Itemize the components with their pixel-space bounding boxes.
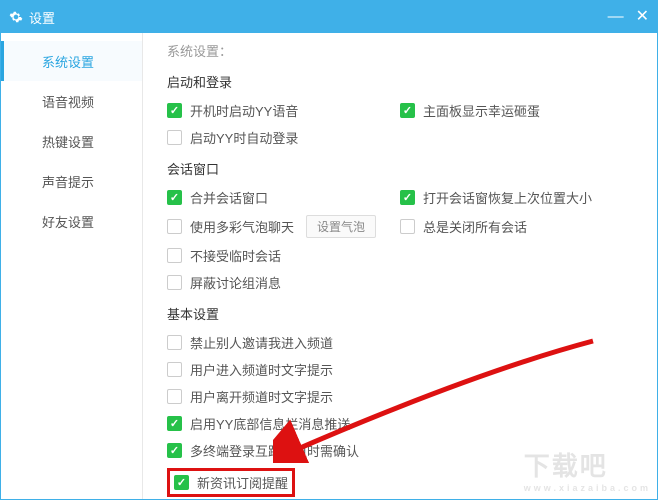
option-label: 使用多彩气泡聊天 bbox=[190, 217, 294, 236]
window-controls: — ✕ bbox=[608, 9, 649, 25]
option-label: 开机时启动YY语音 bbox=[190, 101, 298, 120]
checkbox[interactable] bbox=[167, 248, 182, 263]
option-label: 总是关闭所有会话 bbox=[423, 217, 527, 236]
gear-icon bbox=[9, 10, 23, 24]
checkbox[interactable] bbox=[167, 219, 182, 234]
content-pane: 系统设置： 启动和登录 开机时启动YY语音 主面板显示幸运砸蛋 启动YY时自动登… bbox=[143, 33, 657, 499]
bubble-settings-button[interactable]: 设置气泡 bbox=[306, 215, 376, 238]
close-button[interactable]: ✕ bbox=[636, 9, 649, 25]
option-label: 不接受临时会话 bbox=[190, 246, 281, 265]
minimize-button[interactable]: — bbox=[608, 9, 624, 25]
checkbox[interactable] bbox=[400, 219, 415, 234]
highlight-annotation: 新资讯订阅提醒 bbox=[167, 468, 295, 497]
sidebar: 系统设置 语音视频 热键设置 声音提示 好友设置 bbox=[1, 33, 143, 499]
option-label: 多终端登录互踢频道时需确认 bbox=[190, 441, 359, 460]
sidebar-item-voice[interactable]: 语音视频 bbox=[1, 81, 142, 121]
option-label: 打开会话窗恢复上次位置大小 bbox=[423, 188, 592, 207]
window-title-text: 设置 bbox=[29, 8, 55, 27]
option-row: 用户进入频道时文字提示 bbox=[167, 360, 633, 379]
option-label: 禁止别人邀请我进入频道 bbox=[190, 333, 333, 352]
section-title-basic: 基本设置 bbox=[167, 304, 633, 323]
option-row: 使用多彩气泡聊天 设置气泡 总是关闭所有会话 bbox=[167, 215, 633, 238]
partial-section-title: 系统设置： bbox=[167, 41, 633, 60]
checkbox[interactable] bbox=[167, 443, 182, 458]
option-row: 屏蔽讨论组消息 bbox=[167, 273, 633, 292]
sidebar-item-sound[interactable]: 声音提示 bbox=[1, 161, 142, 201]
checkbox[interactable] bbox=[174, 475, 189, 490]
checkbox[interactable] bbox=[167, 362, 182, 377]
option-label: 新资讯订阅提醒 bbox=[197, 473, 288, 492]
option-row: 禁止别人邀请我进入频道 bbox=[167, 333, 633, 352]
option-row: 启动YY时自动登录 bbox=[167, 128, 633, 147]
sidebar-item-label: 声音提示 bbox=[42, 172, 94, 191]
checkbox[interactable] bbox=[167, 335, 182, 350]
checkbox[interactable] bbox=[167, 389, 182, 404]
checkbox[interactable] bbox=[167, 275, 182, 290]
sidebar-item-friend[interactable]: 好友设置 bbox=[1, 201, 142, 241]
option-label: 用户进入频道时文字提示 bbox=[190, 360, 333, 379]
option-label: 用户离开频道时文字提示 bbox=[190, 387, 333, 406]
checkbox[interactable] bbox=[400, 103, 415, 118]
option-row: 开机时启动YY语音 主面板显示幸运砸蛋 bbox=[167, 101, 633, 120]
checkbox[interactable] bbox=[167, 103, 182, 118]
sidebar-item-hotkey[interactable]: 热键设置 bbox=[1, 121, 142, 161]
option-label: 合并会话窗口 bbox=[190, 188, 268, 207]
option-row: 不接受临时会话 bbox=[167, 246, 633, 265]
checkbox[interactable] bbox=[167, 130, 182, 145]
option-label: 启动YY时自动登录 bbox=[190, 128, 298, 147]
checkbox[interactable] bbox=[400, 190, 415, 205]
sidebar-item-label: 热键设置 bbox=[42, 132, 94, 151]
sidebar-item-label: 系统设置 bbox=[42, 52, 94, 71]
checkbox[interactable] bbox=[167, 190, 182, 205]
sidebar-item-label: 好友设置 bbox=[42, 212, 94, 231]
checkbox[interactable] bbox=[167, 416, 182, 431]
titlebar: 设置 — ✕ bbox=[1, 1, 657, 33]
option-label: 启用YY底部信息栏消息推送 bbox=[190, 414, 350, 433]
option-row: 合并会话窗口 打开会话窗恢复上次位置大小 bbox=[167, 188, 633, 207]
section-title-startup: 启动和登录 bbox=[167, 72, 633, 91]
option-row: 多终端登录互踢频道时需确认 bbox=[167, 441, 633, 460]
window-title: 设置 bbox=[9, 8, 55, 27]
option-label: 主面板显示幸运砸蛋 bbox=[423, 101, 540, 120]
option-row: 用户离开频道时文字提示 bbox=[167, 387, 633, 406]
option-row: 启用YY底部信息栏消息推送 bbox=[167, 414, 633, 433]
settings-window: 设置 — ✕ 系统设置 语音视频 热键设置 声音提示 好友设置 系统设置： 启动… bbox=[0, 0, 658, 500]
sidebar-item-label: 语音视频 bbox=[42, 92, 94, 111]
window-body: 系统设置 语音视频 热键设置 声音提示 好友设置 系统设置： 启动和登录 开机时… bbox=[1, 33, 657, 499]
option-row-highlighted: 新资讯订阅提醒 bbox=[167, 468, 633, 497]
option-label: 屏蔽讨论组消息 bbox=[190, 273, 281, 292]
section-title-session: 会话窗口 bbox=[167, 159, 633, 178]
sidebar-item-system[interactable]: 系统设置 bbox=[1, 41, 142, 81]
